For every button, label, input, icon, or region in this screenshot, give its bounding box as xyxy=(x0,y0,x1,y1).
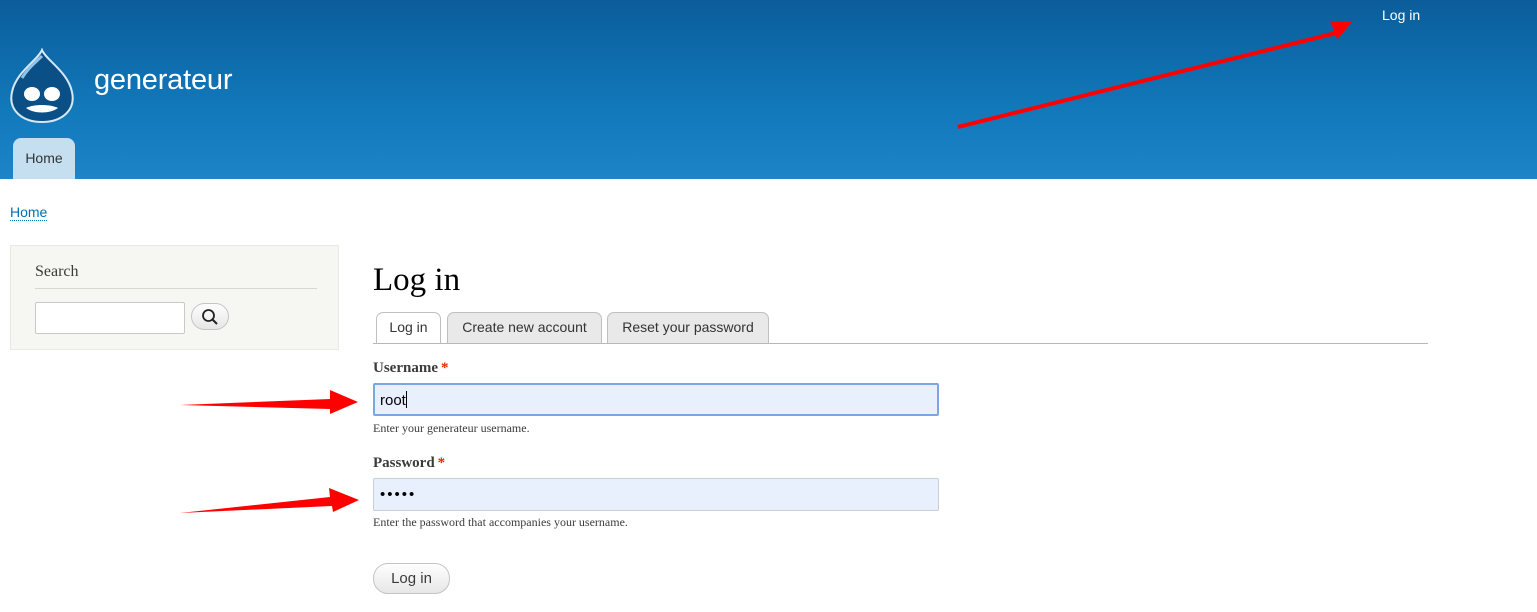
search-button[interactable] xyxy=(191,303,229,330)
password-description: Enter the password that accompanies your… xyxy=(373,515,628,529)
breadcrumb-home[interactable]: Home xyxy=(10,204,48,221)
main-menu-home[interactable]: Home xyxy=(13,138,75,179)
password-label-text: Password xyxy=(373,455,435,471)
search-block: Search xyxy=(10,245,339,350)
required-marker: * xyxy=(440,360,449,376)
tab-create-account[interactable]: Create new account xyxy=(447,312,602,343)
search-block-title: Search xyxy=(35,263,317,289)
required-marker: * xyxy=(437,455,446,471)
username-field[interactable]: root xyxy=(373,383,939,416)
login-submit-button[interactable]: Log in xyxy=(373,563,450,594)
drupal-drop-icon[interactable] xyxy=(8,47,76,124)
header-login-link[interactable]: Log in xyxy=(1382,7,1420,23)
page-title: Log in xyxy=(373,262,461,298)
search-icon xyxy=(202,308,218,325)
username-value: root xyxy=(380,392,406,409)
username-label-text: Username xyxy=(373,360,438,376)
annotation-arrow-password xyxy=(180,488,359,513)
annotation-arrow-username xyxy=(180,390,358,414)
site-header: generateur Log in Home xyxy=(0,0,1537,179)
password-label: Password * xyxy=(373,455,445,472)
tab-reset-password[interactable]: Reset your password xyxy=(607,312,769,343)
search-input[interactable] xyxy=(35,302,185,334)
tab-login[interactable]: Log in xyxy=(376,312,441,344)
password-field[interactable]: ••••• xyxy=(373,478,939,511)
password-value: ••••• xyxy=(380,486,417,503)
text-caret xyxy=(405,391,407,408)
username-description: Enter your generateur username. xyxy=(373,421,530,435)
username-label: Username * xyxy=(373,360,448,377)
main-menu-home-label: Home xyxy=(25,150,63,166)
tabs-divider xyxy=(373,343,1428,344)
site-name[interactable]: generateur xyxy=(94,64,232,97)
